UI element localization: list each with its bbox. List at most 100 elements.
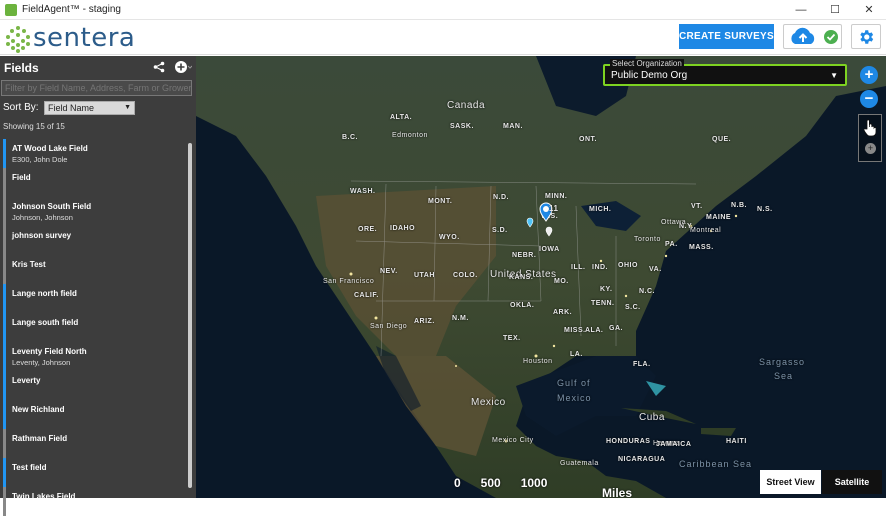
add-point-icon[interactable]: + — [865, 143, 876, 154]
window-title: FieldAgent™ - staging — [22, 4, 121, 15]
scale-unit: Miles — [602, 486, 633, 498]
field-name: Lange north field — [12, 289, 77, 298]
map-label-va: VA. — [649, 266, 662, 273]
field-list-item[interactable]: Lange north field — [3, 284, 190, 313]
map-label-wash: WASH. — [350, 188, 376, 195]
field-marker[interactable] — [526, 217, 534, 228]
share-icon[interactable] — [153, 61, 165, 73]
field-list-item[interactable]: AT Wood Lake Field E300, John Dole — [3, 139, 190, 168]
map-label-ala: ALA. — [585, 327, 604, 334]
hand-pointer-icon[interactable] — [863, 119, 877, 137]
map-view[interactable]: Canada United States Mexico Cuba Gulf of… — [196, 56, 886, 498]
field-list-item[interactable]: Johnson South Field Johnson, Johnson — [3, 197, 190, 226]
zoom-in-button[interactable]: + — [860, 66, 878, 84]
sort-label: Sort By: — [3, 102, 39, 113]
map-label-ns: N.S. — [757, 206, 773, 213]
map-label-tenn: TENN. — [591, 300, 615, 307]
map-label-idaho: IDAHO — [390, 225, 416, 232]
field-list-item[interactable]: Test field — [3, 458, 190, 487]
map-label-mont: MONT. — [428, 198, 453, 205]
field-list-item[interactable]: Lange south field — [3, 313, 190, 342]
maximize-button[interactable]: ☐ — [818, 0, 852, 20]
map-label-miss: MISS. — [564, 327, 586, 334]
scale-text: 0 500 1000 — [454, 476, 548, 490]
field-list-item[interactable]: Field — [3, 168, 190, 197]
map-label-wyo: WYO. — [439, 234, 460, 241]
map-label-nev: NEV. — [380, 268, 398, 275]
map-label-mass: MASS. — [689, 244, 714, 251]
minimize-button[interactable]: — — [784, 0, 818, 20]
map-label-sdak: S.D. — [492, 227, 508, 234]
field-list-item[interactable]: johnson survey — [3, 226, 190, 255]
close-button[interactable]: ✕ — [852, 0, 886, 20]
field-list-item[interactable]: Rathman Field — [3, 429, 190, 458]
map-label-tex: TEX. — [503, 335, 521, 342]
map-label-ont: ONT. — [579, 136, 597, 143]
street-view-button[interactable]: Street View — [760, 470, 821, 494]
map-label-calif: CALIF. — [354, 292, 379, 299]
map-label-la: LA. — [570, 351, 583, 358]
organization-select-label: Select Organization — [610, 59, 684, 68]
map-label-utah: UTAH — [414, 272, 435, 279]
field-name: AT Wood Lake Field — [12, 144, 88, 153]
check-icon — [824, 30, 838, 44]
satellite-button[interactable]: Satellite — [822, 470, 882, 494]
map-label-kans: KANS. — [509, 274, 534, 281]
map-label-fla: FLA. — [633, 361, 651, 368]
sync-status[interactable] — [783, 24, 842, 49]
field-filter-input[interactable] — [1, 80, 192, 96]
map-label-colo: COLO. — [453, 272, 478, 279]
map-label-pa: PA. — [665, 241, 678, 248]
map-label-nebr: NEBR. — [512, 252, 537, 259]
sidebar-title: Fields — [4, 61, 39, 75]
map-label-cuba: Cuba — [639, 412, 665, 423]
field-name: Rathman Field — [12, 434, 68, 443]
cloud-upload-icon — [791, 27, 815, 44]
map-label-mo: MO. — [554, 278, 569, 285]
sidebar-scrollbar[interactable] — [188, 143, 192, 488]
field-name: Twin Lakes Field — [12, 492, 76, 501]
field-name: Field — [12, 173, 31, 182]
field-marker[interactable] — [545, 226, 553, 237]
map-label-ohio: OHIO — [618, 262, 638, 269]
field-list: AT Wood Lake Field E300, John Dole Field Jo… — [0, 139, 190, 516]
map-label-canada: Canada — [447, 100, 486, 111]
map-label-que: QUE. — [712, 136, 732, 143]
map-label-vt: VT. — [691, 203, 703, 210]
organization-select-value: Public Demo Org — [611, 70, 688, 81]
map-label-ariz: ARIZ. — [414, 318, 435, 325]
map-label-nb: N.B. — [731, 202, 747, 209]
create-surveys-button[interactable]: CREATE SURVEYS — [679, 24, 774, 49]
map-label-montreal: Montreal — [690, 227, 722, 234]
settings-button[interactable] — [851, 24, 881, 49]
map-label-mexico-city: Mexico City — [492, 437, 534, 444]
field-list-item[interactable]: Kris Test — [3, 255, 190, 284]
map-label-iowa: IOWA — [539, 246, 560, 253]
sentera-logo: sentera — [5, 23, 135, 53]
map-label-caribbean: Caribbean Sea — [679, 459, 753, 469]
sort-select[interactable]: Field Name ▼ — [44, 101, 135, 115]
field-list-item[interactable]: Leventy Field North Leventy, Johnson — [3, 342, 190, 371]
field-name: Johnson South Field — [12, 202, 92, 211]
zoom-out-button[interactable]: − — [860, 90, 878, 108]
gear-icon — [860, 29, 874, 44]
map-label-mich: MICH. — [589, 206, 612, 213]
map-label-nicaragua: NICARAGUA — [618, 456, 666, 463]
map-label-honduras: HONDURAS — [606, 438, 651, 445]
map-label-minn: MINN. — [545, 193, 568, 200]
organization-select[interactable]: Select Organization Public Demo Org ▼ — [603, 59, 847, 86]
map-label-sask: SASK. — [450, 123, 474, 130]
field-list-item[interactable]: New Richland — [3, 400, 190, 429]
add-field-icon[interactable] — [174, 60, 192, 74]
app-icon — [5, 3, 17, 16]
field-list-item[interactable]: Leverty — [3, 371, 190, 400]
map-label-man: MAN. — [503, 123, 523, 130]
map-tools: + — [858, 114, 882, 162]
field-subtitle: Johnson, Johnson — [12, 213, 73, 222]
app-header: sentera CREATE SURVEYS — [0, 20, 886, 55]
map-label-maine: MAINE — [706, 214, 732, 221]
logo-dots-icon — [5, 25, 31, 53]
map-label-sargasso2: Sea — [774, 371, 794, 381]
map-label-jamaica: JAMAICA — [656, 441, 692, 448]
field-list-item[interactable]: Twin Lakes Field — [3, 487, 190, 516]
